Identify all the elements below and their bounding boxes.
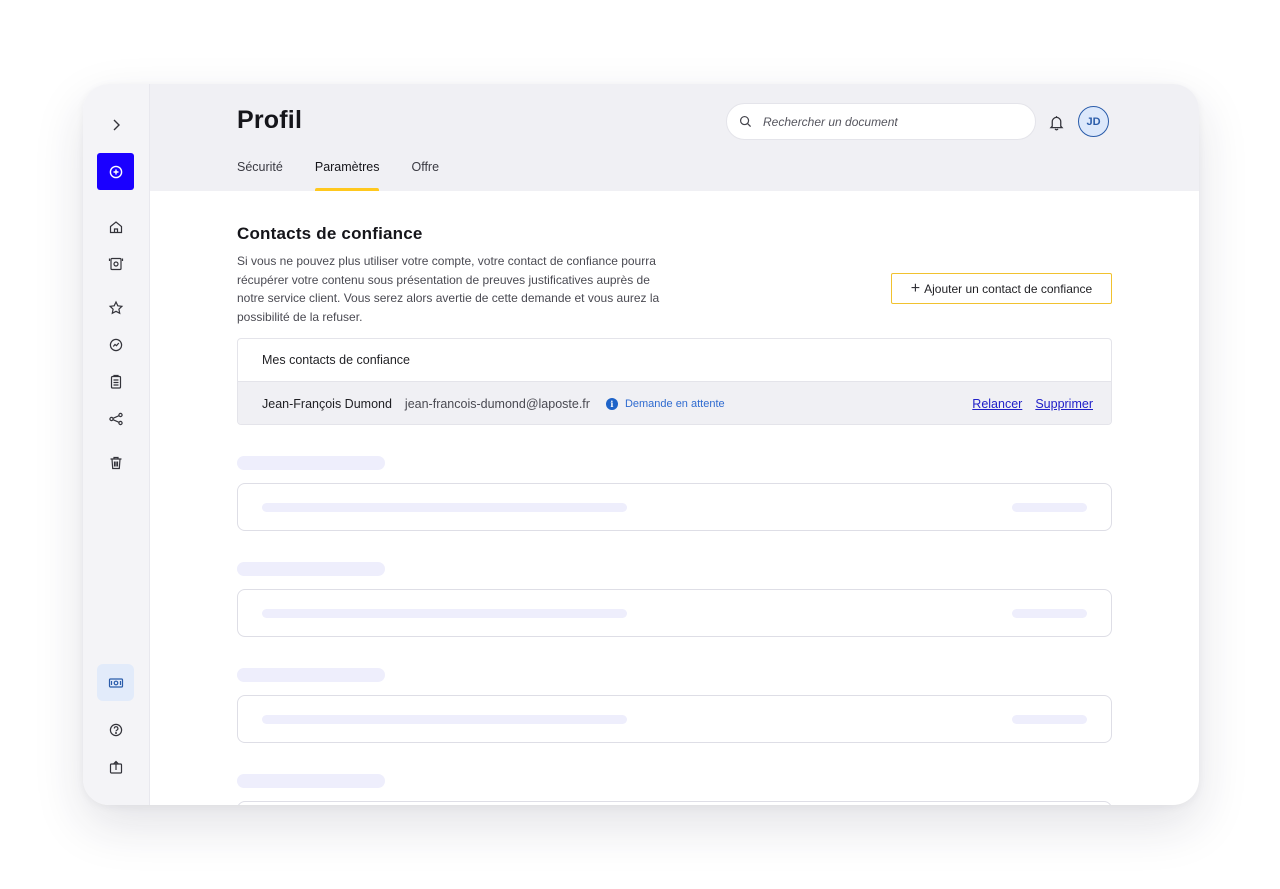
chevron-right-icon[interactable] <box>97 106 134 143</box>
skeleton-line <box>262 609 627 618</box>
tab-offre[interactable]: Offre <box>411 160 439 191</box>
status-badge: i Demande en attente <box>605 397 725 410</box>
info-icon: i <box>605 397 618 410</box>
sidebar <box>83 84 150 805</box>
tab-bar: Sécurité Paramètres Offre <box>237 160 471 191</box>
scan-icon[interactable] <box>97 245 134 282</box>
skeleton-line <box>1012 609 1087 618</box>
contact-name: Jean-François Dumond <box>262 396 392 411</box>
plus-circle-icon <box>109 165 122 178</box>
section-description: Si vous ne pouvez plus utiliser votre co… <box>237 254 660 324</box>
skeleton-line <box>262 503 627 512</box>
search-icon <box>739 115 752 128</box>
skeleton-card <box>237 483 1112 531</box>
page-title: Profil <box>237 106 303 134</box>
skeleton-card <box>237 589 1112 637</box>
contact-email: jean-francois-dumond@laposte.fr <box>404 396 590 411</box>
plus-icon: + <box>910 279 921 297</box>
skeleton-card <box>237 695 1112 743</box>
skeleton-label <box>237 456 385 470</box>
app-window: Profil JD Sécurité Paramètres Offre Cont… <box>83 84 1199 805</box>
bell-icon[interactable] <box>1046 112 1066 132</box>
home-icon[interactable] <box>97 208 134 245</box>
skeleton-line <box>1012 715 1087 724</box>
status-label: Demande en attente <box>624 397 725 410</box>
page-header: Profil JD Sécurité Paramètres Offre <box>150 84 1199 191</box>
avatar[interactable]: JD <box>1078 106 1109 137</box>
main-area: Profil JD Sécurité Paramètres Offre Cont… <box>150 84 1199 805</box>
share-icon[interactable] <box>97 400 134 437</box>
row-actions: Relancer Supprimer <box>972 397 1093 411</box>
skeleton-label <box>237 668 385 682</box>
add-trusted-contact-button[interactable]: + Ajouter un contact de confiance <box>891 273 1112 304</box>
add-document-button[interactable] <box>97 153 134 190</box>
gauge-icon[interactable] <box>97 326 134 363</box>
search-input[interactable] <box>763 114 1013 129</box>
page-content: Contacts de confiance Si vous ne pouvez … <box>237 191 1199 805</box>
trash-icon[interactable] <box>97 444 134 481</box>
card-title: Mes contacts de confiance <box>238 339 1111 382</box>
clipboard-icon[interactable] <box>97 363 134 400</box>
skeleton-label <box>237 774 385 788</box>
table-row: Jean-François Dumond jean-francois-dumon… <box>238 382 1111 424</box>
search-bar[interactable] <box>726 103 1036 140</box>
section-title: Contacts de confiance <box>237 224 423 243</box>
help-icon[interactable] <box>97 711 134 748</box>
upload-box-icon[interactable] <box>97 748 134 785</box>
skeleton-line <box>262 715 627 724</box>
tab-securite[interactable]: Sécurité <box>237 160 283 191</box>
skeleton-label <box>237 562 385 576</box>
tab-parametres[interactable]: Paramètres <box>314 160 379 191</box>
trusted-contacts-card: Mes contacts de confiance Jean-François … <box>237 338 1112 425</box>
skeleton-line <box>1012 503 1087 512</box>
skeleton-card <box>237 801 1112 805</box>
banknote-icon[interactable] <box>97 664 134 701</box>
add-trusted-contact-label: Ajouter un contact de confiance <box>924 281 1093 296</box>
resend-link[interactable]: Relancer <box>972 397 1022 411</box>
delete-link[interactable]: Supprimer <box>1035 397 1093 411</box>
star-icon[interactable] <box>97 289 134 326</box>
